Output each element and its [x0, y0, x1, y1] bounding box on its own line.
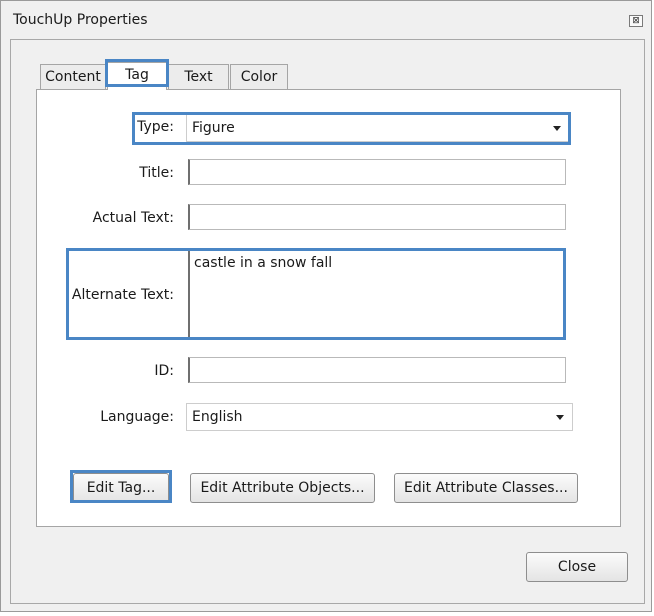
- tab-content[interactable]: Content: [40, 64, 106, 90]
- tab-tag[interactable]: Tag: [107, 62, 167, 90]
- type-select[interactable]: Figure: [186, 114, 570, 142]
- edit-attribute-objects-button[interactable]: Edit Attribute Objects...: [190, 473, 375, 503]
- actual-text-field[interactable]: [188, 204, 566, 230]
- type-label: Type:: [137, 119, 174, 135]
- edit-attribute-classes-button[interactable]: Edit Attribute Classes...: [394, 473, 578, 503]
- actual-text-label: Actual Text:: [92, 210, 174, 226]
- type-select-value: Figure: [192, 120, 235, 136]
- language-select[interactable]: English: [186, 403, 573, 431]
- chevron-down-icon: [556, 415, 564, 420]
- dialog-title: TouchUp Properties: [13, 12, 148, 28]
- close-button[interactable]: Close: [526, 552, 628, 582]
- language-label: Language:: [100, 409, 174, 425]
- edit-tag-button[interactable]: Edit Tag...: [73, 473, 169, 503]
- alternate-text-field[interactable]: castle in a snow fall: [188, 251, 563, 337]
- tab-color[interactable]: Color: [230, 64, 288, 90]
- id-label: ID:: [154, 363, 174, 379]
- title-label: Title:: [139, 165, 174, 181]
- close-window-icon[interactable]: ⊠: [629, 15, 643, 27]
- id-field[interactable]: [188, 357, 566, 383]
- language-select-value: English: [192, 409, 243, 425]
- chevron-down-icon: [553, 126, 561, 131]
- alternate-text-label: Alternate Text:: [71, 287, 174, 303]
- tab-text[interactable]: Text: [168, 64, 229, 90]
- title-field[interactable]: [188, 159, 566, 185]
